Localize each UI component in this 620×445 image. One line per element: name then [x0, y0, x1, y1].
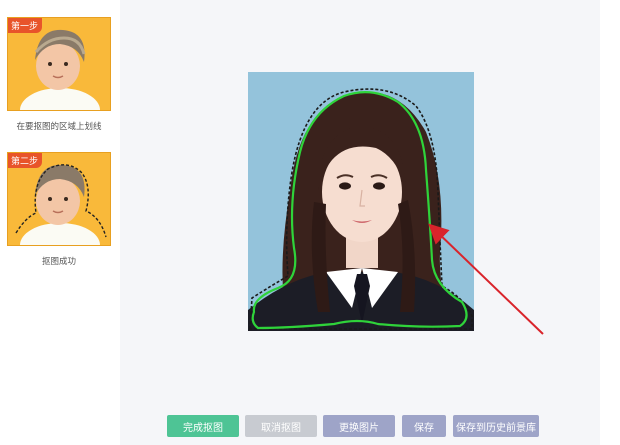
step-two-caption: 抠图成功 — [41, 256, 76, 266]
finish-cutout-button[interactable]: 完成抠图 — [167, 415, 239, 437]
steps-sidebar: 第一步 在要抠图的区域上划线 第二步 抠图成功 — [0, 0, 120, 445]
right-gutter — [600, 0, 620, 445]
action-toolbar: 完成抠图 取消抠图 更换图片 保存 保存到历史前景库 — [0, 415, 620, 437]
portrait-illustration — [248, 72, 474, 331]
portrait-photo[interactable] — [248, 72, 474, 331]
save-to-history-button[interactable]: 保存到历史前景库 — [453, 415, 539, 437]
replace-image-button[interactable]: 更换图片 — [323, 415, 395, 437]
step-one-badge: 第一步 — [8, 18, 43, 33]
step-one-caption: 在要抠图的区域上划线 — [16, 121, 102, 131]
step-two-thumbnail: 第二步 — [7, 152, 111, 246]
cancel-cutout-button[interactable]: 取消抠图 — [245, 415, 317, 437]
step-one-thumbnail: 第一步 — [7, 17, 111, 111]
step-two: 第二步 抠图成功 — [7, 152, 111, 267]
step-two-badge: 第二步 — [8, 153, 43, 168]
save-button[interactable]: 保存 — [402, 415, 446, 437]
step-one: 第一步 在要抠图的区域上划线 — [7, 17, 111, 132]
